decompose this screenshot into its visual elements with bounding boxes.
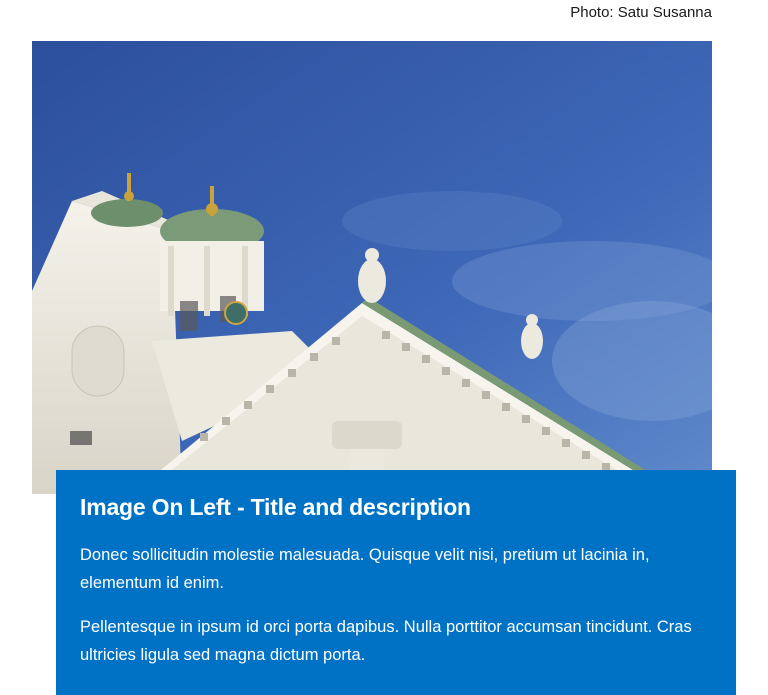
cathedral-photo	[32, 41, 712, 494]
card-title: Image On Left - Title and description	[80, 494, 471, 520]
photo-credit: Photo: Satu Susanna	[570, 4, 712, 21]
card-paragraph-1: Donec sollicitudin molestie malesuada. Q…	[80, 546, 650, 592]
description-card: Image On Left - Title and description Do…	[56, 470, 736, 695]
card-paragraph-2: Pellentesque in ipsum id orci porta dapi…	[80, 618, 692, 664]
cathedral-image	[32, 41, 712, 494]
